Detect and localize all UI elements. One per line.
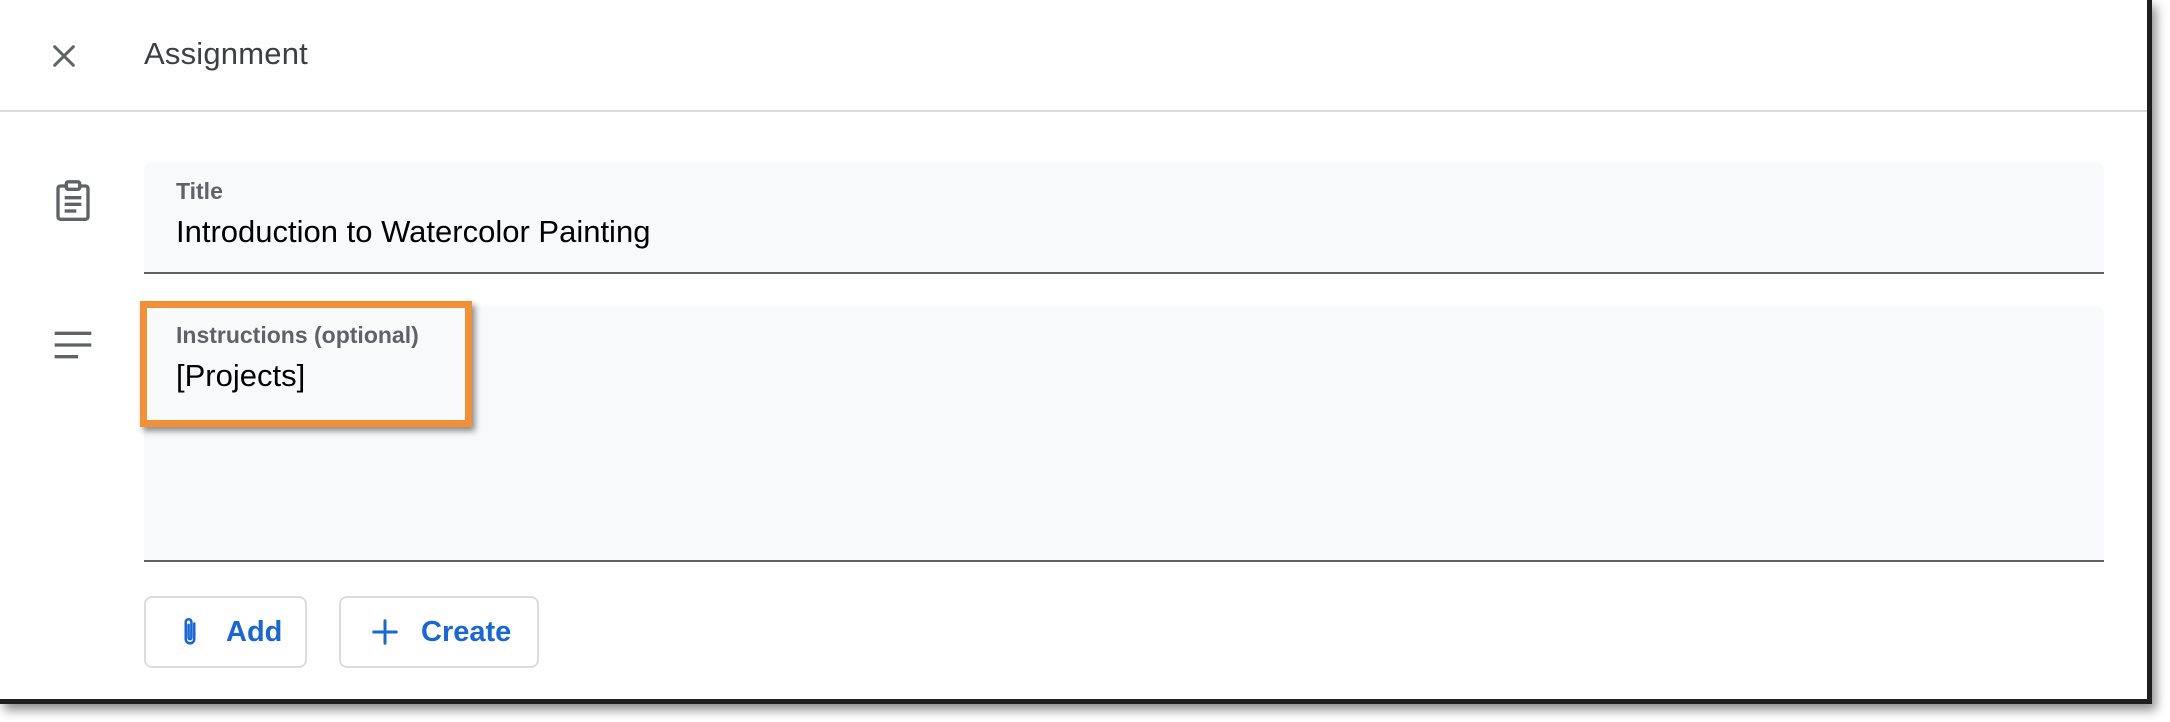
- instructions-field-value[interactable]: [Projects]: [176, 358, 305, 394]
- assignment-dialog: Assignment Title Introduction to Waterco…: [0, 0, 2152, 704]
- add-button-label: Add: [226, 615, 283, 648]
- page-title: Assignment: [144, 36, 308, 71]
- title-field[interactable]: Title Introduction to Watercolor Paintin…: [144, 162, 2104, 274]
- instructions-field[interactable]: Instructions (optional) [Projects]: [144, 306, 2104, 562]
- notes-lines-icon: [50, 322, 96, 368]
- instructions-field-label: Instructions (optional): [176, 322, 419, 348]
- create-button-label: Create: [421, 615, 512, 648]
- paperclip-icon: [172, 614, 208, 650]
- create-button[interactable]: Create: [339, 596, 539, 668]
- dialog-header: Assignment: [0, 0, 2147, 112]
- assignment-clipboard-icon: [50, 178, 96, 224]
- add-button[interactable]: Add: [144, 596, 307, 668]
- plus-icon: [367, 614, 403, 650]
- title-field-value[interactable]: Introduction to Watercolor Painting: [176, 214, 650, 250]
- close-button[interactable]: [36, 30, 92, 86]
- title-field-label: Title: [176, 178, 223, 204]
- close-icon: [48, 40, 80, 77]
